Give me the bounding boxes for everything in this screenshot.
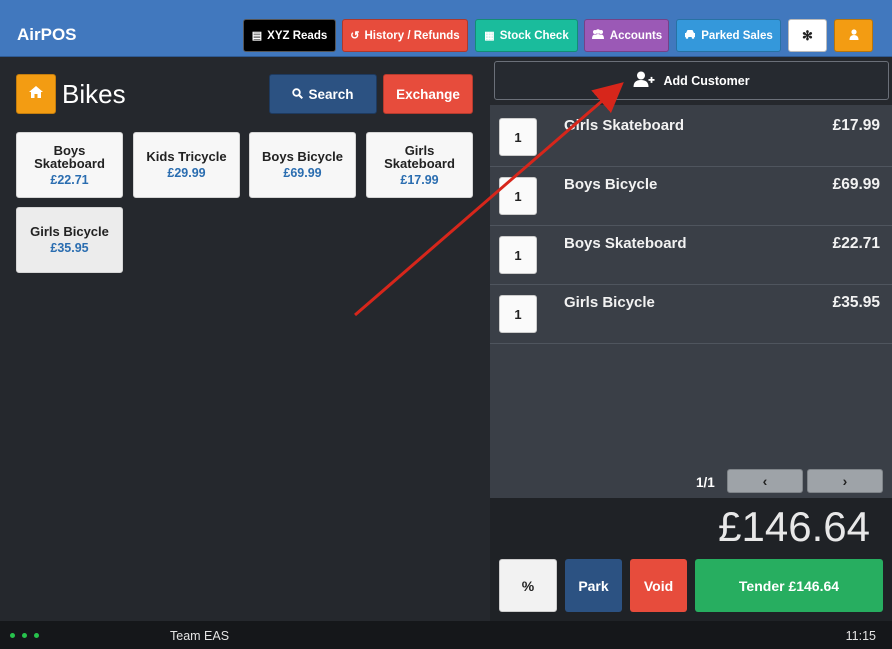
- status-dot-icon: [10, 633, 15, 638]
- product-tile[interactable]: Girls Bicycle £35.95: [16, 207, 123, 273]
- product-name: Girls Skateboard: [384, 142, 455, 171]
- product-tile[interactable]: Girls Skateboard £17.99: [366, 132, 473, 198]
- discount-button[interactable]: %: [499, 559, 557, 612]
- page-indicator: 1/1: [696, 475, 715, 490]
- cart-item-name: Boys Skateboard: [564, 235, 687, 252]
- status-dot-icon: [34, 633, 39, 638]
- cart-row[interactable]: 1 Girls Bicycle £35.95: [490, 285, 892, 344]
- park-label: Park: [578, 577, 609, 594]
- product-tile[interactable]: Boys Bicycle £69.99: [249, 132, 356, 198]
- category-title: Bikes: [62, 79, 126, 109]
- product-name: Boys Skateboard: [34, 142, 105, 171]
- product-name: Boys Bicycle: [262, 149, 343, 164]
- cart-item-price: £17.99: [832, 117, 880, 134]
- history-refunds-button[interactable]: ↺ History / Refunds: [342, 19, 468, 52]
- product-name: Kids Tricycle: [146, 149, 227, 164]
- user-button[interactable]: [834, 19, 873, 52]
- product-price: £29.99: [167, 166, 206, 180]
- product-name: Girls Bicycle: [30, 224, 109, 239]
- history-refunds-label: History / Refunds: [364, 29, 460, 42]
- chevron-right-icon: ›: [842, 473, 848, 489]
- home-button[interactable]: [16, 74, 56, 114]
- accounts-button[interactable]: Accounts: [584, 19, 669, 52]
- exchange-label: Exchange: [396, 86, 460, 102]
- search-icon: [292, 87, 304, 102]
- xyz-reads-label: XYZ Reads: [267, 29, 328, 42]
- total-area: £146.64 % Park Void Tender £146.64: [490, 498, 892, 621]
- app-title: AirPOS: [17, 25, 77, 44]
- accounts-label: Accounts: [609, 29, 663, 42]
- product-price: £69.99: [283, 166, 322, 180]
- history-icon: ↺: [350, 30, 360, 42]
- cart-item-name: Boys Bicycle: [564, 176, 658, 193]
- parked-sales-button[interactable]: Parked Sales: [676, 19, 781, 52]
- product-price: £35.95: [50, 241, 89, 255]
- discount-label: %: [521, 577, 535, 594]
- prev-page-button[interactable]: ‹: [727, 469, 803, 493]
- report-icon: ▤: [251, 30, 263, 42]
- xyz-reads-button[interactable]: ▤ XYZ Reads: [243, 19, 336, 52]
- cart-row[interactable]: 1 Boys Skateboard £22.71: [490, 226, 892, 285]
- tender-button[interactable]: Tender £146.64: [695, 559, 883, 612]
- product-tile[interactable]: Boys Skateboard £22.71: [16, 132, 123, 198]
- product-tile[interactable]: Kids Tricycle £29.99: [133, 132, 240, 198]
- users-icon: [591, 29, 605, 42]
- add-customer-button[interactable]: Add Customer: [494, 61, 889, 100]
- home-icon: [29, 85, 43, 103]
- product-price: £22.71: [50, 172, 89, 187]
- quantity-button[interactable]: 1: [499, 118, 537, 156]
- parked-sales-label: Parked Sales: [701, 29, 773, 42]
- quantity-button[interactable]: 1: [499, 236, 537, 274]
- cart-item-price: £69.99: [832, 176, 880, 193]
- search-button[interactable]: Search: [269, 74, 377, 114]
- stock-check-button[interactable]: ▦ Stock Check: [475, 19, 578, 52]
- total-amount: £146.64: [718, 503, 870, 550]
- cart-panel: Add Customer 1 Girls Skateboard £17.99 1…: [490, 58, 892, 621]
- settings-button[interactable]: ✻: [788, 19, 827, 52]
- stock-check-label: Stock Check: [499, 29, 569, 42]
- add-customer-label: Add Customer: [663, 73, 750, 88]
- void-button[interactable]: Void: [630, 559, 687, 612]
- team-name: Team EAS: [170, 629, 230, 643]
- next-page-button[interactable]: ›: [807, 469, 883, 493]
- top-bar: AirPOS ▤ XYZ Reads ↺ History / Refunds ▦…: [0, 0, 892, 57]
- add-user-icon: [633, 71, 655, 90]
- car-icon: [684, 29, 696, 42]
- park-button[interactable]: Park: [565, 559, 622, 612]
- chevron-left-icon: ‹: [762, 473, 768, 489]
- status-dot-icon: [22, 633, 27, 638]
- quantity-button[interactable]: 1: [499, 177, 537, 215]
- cart-row[interactable]: 1 Boys Bicycle £69.99: [490, 167, 892, 226]
- tender-label: Tender £146.64: [738, 577, 840, 594]
- quantity-button[interactable]: 1: [499, 295, 537, 333]
- cart-item-price: £35.95: [832, 294, 880, 311]
- status-bar: Team EAS 11:15: [0, 621, 892, 649]
- cart-item-name: Girls Bicycle: [564, 294, 655, 311]
- user-icon: [849, 28, 859, 43]
- product-panel: Bikes Search Exchange Boys Skateboard £2…: [0, 58, 490, 621]
- cart-item-name: Girls Skateboard: [564, 117, 685, 134]
- exchange-button[interactable]: Exchange: [383, 74, 473, 114]
- stock-icon: ▦: [484, 30, 495, 42]
- cart-row[interactable]: 1 Girls Skateboard £17.99: [490, 108, 892, 167]
- cart-item-price: £22.71: [832, 235, 880, 252]
- product-price: £17.99: [400, 172, 439, 187]
- gear-icon: ✻: [802, 27, 813, 43]
- search-label: Search: [308, 86, 354, 102]
- void-label: Void: [643, 577, 674, 594]
- clock: 11:15: [845, 629, 876, 643]
